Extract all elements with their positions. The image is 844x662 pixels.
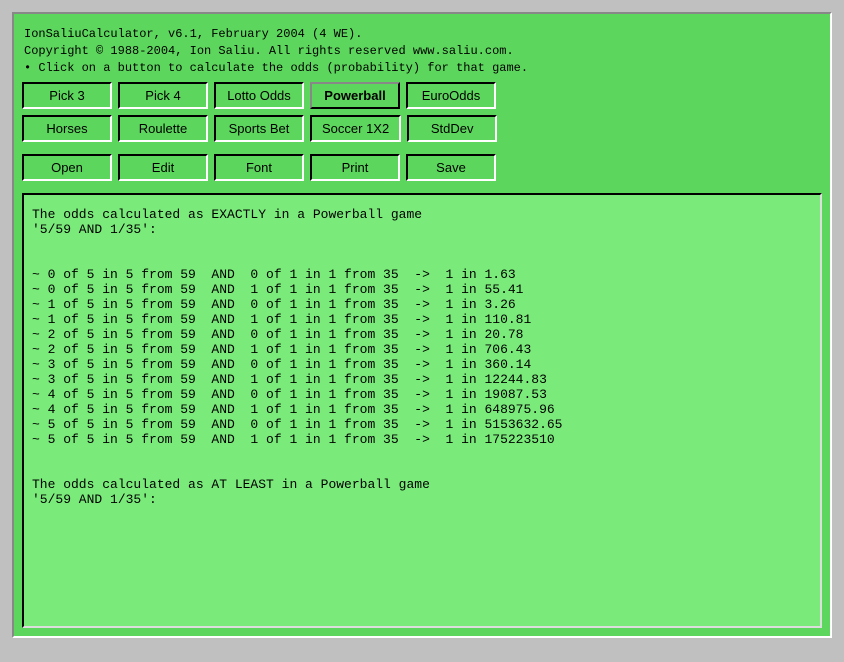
euro-odds-button[interactable]: EuroOdds [406,82,496,109]
title-line2: Copyright © 1988-2004, Ion Saliu. All ri… [24,43,820,60]
lotto-odds-button[interactable]: Lotto Odds [214,82,304,109]
soccer-1x2-button[interactable]: Soccer 1X2 [310,115,401,142]
save-button[interactable]: Save [406,154,496,181]
button-row-1: Pick 3 Pick 4 Lotto Odds Powerball EuroO… [22,82,822,109]
pick3-button[interactable]: Pick 3 [22,82,112,109]
horses-button[interactable]: Horses [22,115,112,142]
pick4-button[interactable]: Pick 4 [118,82,208,109]
std-dev-button[interactable]: StdDev [407,115,497,142]
open-button[interactable]: Open [22,154,112,181]
output-wrapper: The odds calculated as EXACTLY in a Powe… [22,193,822,628]
title-line1: IonSaliuCalculator, v6.1, February 2004 … [24,26,820,43]
powerball-button[interactable]: Powerball [310,82,400,109]
font-button[interactable]: Font [214,154,304,181]
title-area: IonSaliuCalculator, v6.1, February 2004 … [22,22,822,82]
print-button[interactable]: Print [310,154,400,181]
main-window: IonSaliuCalculator, v6.1, February 2004 … [12,12,832,638]
output-text[interactable]: The odds calculated as EXACTLY in a Powe… [24,195,820,626]
title-line3: • Click on a button to calculate the odd… [24,60,820,77]
roulette-button[interactable]: Roulette [118,115,208,142]
button-row-3: Open Edit Font Print Save [22,154,822,181]
button-row-2: Horses Roulette Sports Bet Soccer 1X2 St… [22,115,822,142]
sports-bet-button[interactable]: Sports Bet [214,115,304,142]
edit-button[interactable]: Edit [118,154,208,181]
